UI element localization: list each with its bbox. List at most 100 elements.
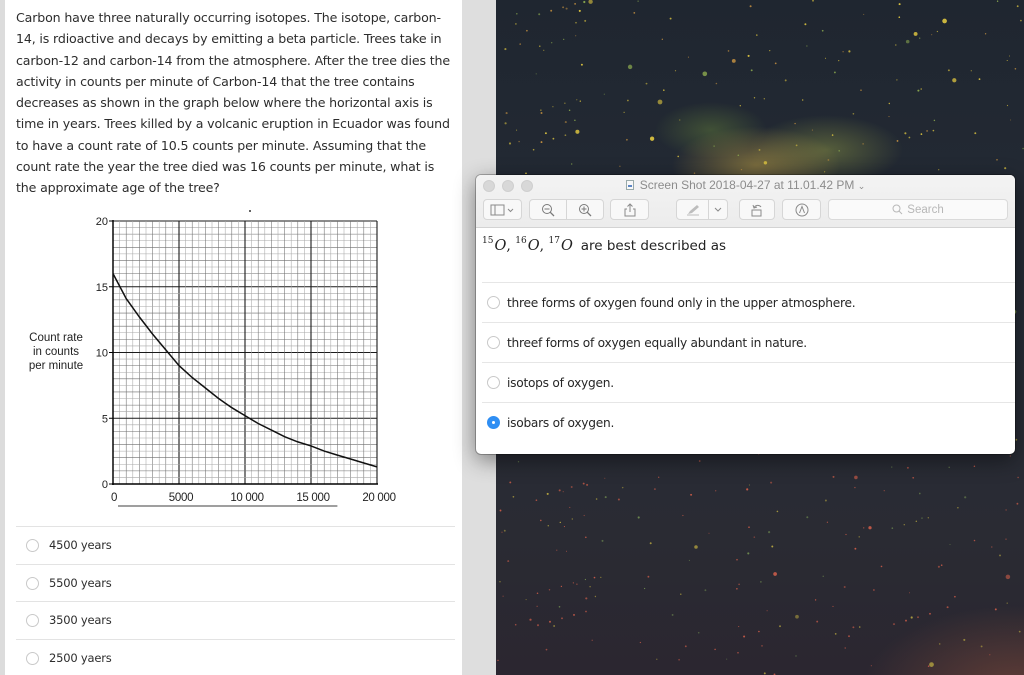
star [653,488,656,491]
star [862,143,864,145]
star [933,119,936,122]
star [1008,55,1011,57]
star [978,78,981,80]
answer-option[interactable]: 3500 years [16,601,455,638]
question-panel: Carbon have three naturally occurring is… [5,0,462,675]
star [499,509,502,512]
markup-dropdown-button[interactable] [708,199,728,220]
radio-button[interactable] [487,376,500,389]
markup-pen-button[interactable] [676,199,709,220]
star [779,625,781,628]
star [586,483,589,486]
star [504,122,507,125]
star [546,492,549,495]
star [1020,19,1022,22]
star [938,169,940,171]
answer-option[interactable]: three forms of oxygen found only in the … [482,282,1015,322]
star [571,518,573,520]
star [937,565,940,568]
star [804,23,807,26]
star [509,481,512,484]
star [758,630,760,633]
star [736,558,738,561]
star [576,99,578,101]
star [549,620,551,623]
radio-button[interactable] [26,538,39,552]
star [1017,476,1019,479]
star [603,93,605,95]
radio-button[interactable] [26,651,39,665]
star [895,44,897,46]
radio-button[interactable] [487,296,500,309]
star [535,499,538,502]
markup-toolbar-button[interactable] [782,199,821,220]
star [551,42,553,44]
star [843,586,846,588]
answer-option[interactable]: 5500 years [16,564,455,601]
star [688,559,690,561]
answer-option[interactable]: 2500 yaers [16,639,455,675]
star [702,71,708,77]
rotate-button[interactable] [739,199,775,220]
chevron-down-icon[interactable]: ⌄ [858,181,866,191]
preview-window[interactable]: Screen Shot 2018-04-27 at 11.01.42 PM ⌄ [476,175,1015,454]
star [863,13,865,15]
star [708,532,710,534]
star [623,111,625,113]
radio-button[interactable] [487,336,500,349]
answer-option[interactable]: 4500 years [16,526,455,563]
star [574,3,576,5]
answer-option[interactable]: isotops of oxygen. [482,362,1015,402]
star [832,475,835,478]
star [774,62,777,65]
radio-button[interactable] [26,613,39,627]
star [858,536,860,538]
star [715,490,717,492]
star [756,34,758,36]
star [731,58,736,63]
radio-button[interactable] [26,576,39,590]
star [582,482,585,485]
star [687,56,689,58]
star [575,21,577,24]
star [504,48,507,51]
x-tick-label: 15 000 [296,492,329,504]
star [852,626,855,629]
star [633,11,636,14]
star [545,648,548,651]
star [738,626,740,628]
star [1009,455,1011,457]
star [538,13,541,16]
star [917,89,920,92]
star [497,659,499,662]
star [552,137,555,140]
star [845,533,847,536]
star [553,625,555,627]
radio-button-selected[interactable] [487,416,500,429]
star [571,163,573,165]
star [572,582,575,584]
rotate-icon [751,204,762,216]
answer-option[interactable]: isobars of oxygen. [482,402,1015,442]
search-input[interactable]: Search [828,199,1008,220]
share-button[interactable] [610,199,649,220]
star [898,3,901,6]
star [824,57,827,59]
answer-option[interactable]: threef forms of oxygen equally abundant … [482,322,1015,362]
sidebar-toggle-button[interactable] [483,199,522,220]
star [1006,104,1009,107]
window-title[interactable]: Screen Shot 2018-04-27 at 11.01.42 PM ⌄ [476,178,1015,192]
star [898,16,901,19]
star [806,45,808,47]
document-icon [625,180,634,190]
star [929,662,934,667]
zoom-out-button[interactable] [529,199,567,220]
window-titlebar[interactable]: Screen Shot 2018-04-27 at 11.01.42 PM ⌄ [476,175,1015,228]
answer-label: 3500 years [49,613,112,627]
star [680,593,682,595]
x-tick-label: 5000 [169,492,193,504]
zoom-in-button[interactable] [566,199,604,220]
star [984,33,987,35]
star [552,106,554,108]
star [512,495,515,498]
